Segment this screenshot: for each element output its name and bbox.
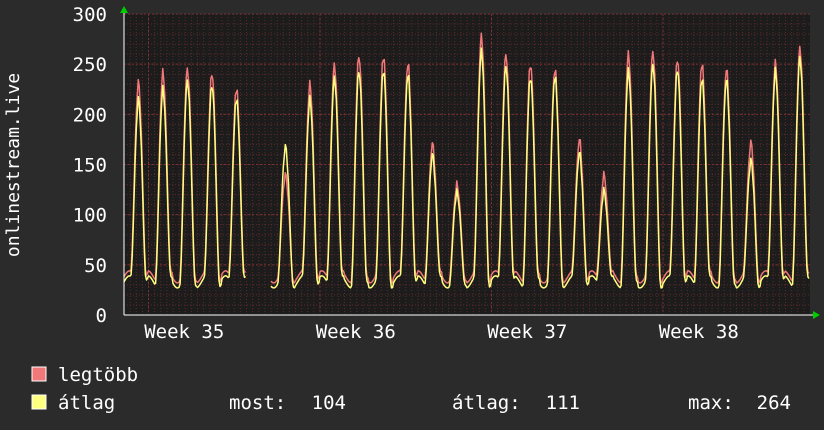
stat-atlag-value: 111 <box>546 392 580 414</box>
stat-atlag-label: átlag: <box>452 392 521 414</box>
y-tick-label: 250 <box>73 54 107 76</box>
y-tick-label: 300 <box>73 4 107 26</box>
stat-max-label: max: <box>688 392 734 414</box>
legend-swatch-atlag <box>31 394 47 410</box>
x-tick-label: Week 38 <box>659 321 739 343</box>
y-tick-label: 0 <box>96 305 107 327</box>
y-tick-label: 50 <box>84 255 107 277</box>
y-tick-label: 100 <box>73 205 107 227</box>
y-axis-label: onlinestream.live <box>3 73 24 257</box>
x-tick-label: Week 37 <box>487 321 567 343</box>
legend-label-legtobb: legtöbb <box>58 364 138 386</box>
x-tick-label: Week 36 <box>316 321 396 343</box>
rrd-graph: 0 50 100 150 200 250 300 Week 35 Week 36 Week 37… <box>0 0 824 430</box>
y-tick-label: 150 <box>73 155 107 177</box>
legend-label-atlag: átlag <box>58 392 115 414</box>
x-tick-label: Week 35 <box>144 321 224 343</box>
stat-max-value: 264 <box>757 392 791 414</box>
stat-most-value: 104 <box>312 392 346 414</box>
legend-swatch-legtobb <box>31 366 47 382</box>
stat-most-label: most: <box>229 392 286 414</box>
y-tick-label: 200 <box>73 104 107 126</box>
